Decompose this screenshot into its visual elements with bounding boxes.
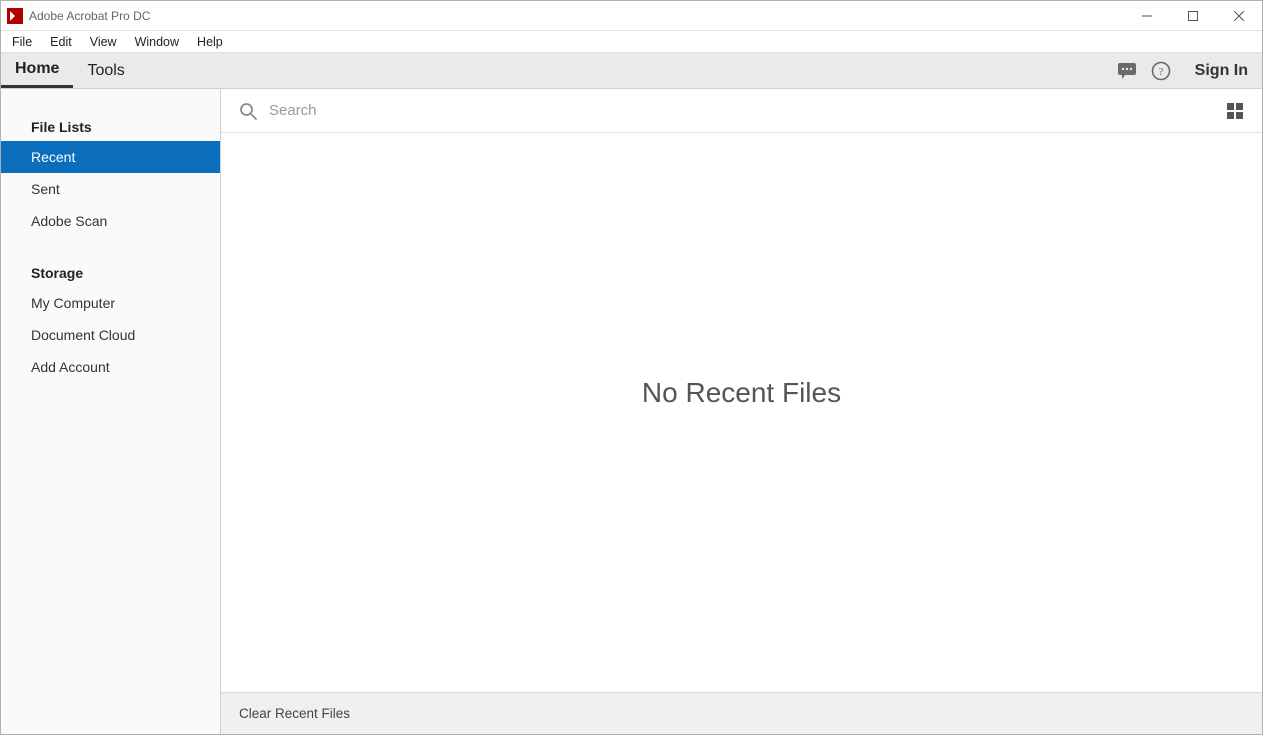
grid-icon [1226,102,1244,120]
tab-home-label: Home [15,60,59,78]
search-icon [239,102,257,120]
help-icon: ? [1151,61,1171,81]
content-area: No Recent Files [221,133,1262,692]
window-title: Adobe Acrobat Pro DC [29,9,150,23]
sidebar-item-add-account[interactable]: Add Account [1,351,220,383]
footer: Clear Recent Files [221,692,1262,734]
main-panel: No Recent Files Clear Recent Files [221,89,1262,734]
sidebar-section-storage: Storage [1,255,220,287]
menubar: File Edit View Window Help [1,31,1262,53]
minimize-button[interactable] [1124,1,1170,30]
minimize-icon [1142,11,1152,21]
maximize-icon [1188,11,1198,21]
tab-home[interactable]: Home [1,53,73,88]
clear-recent-files-link[interactable]: Clear Recent Files [239,706,350,721]
app-window: Adobe Acrobat Pro DC File Edit View Wind… [0,0,1263,735]
speech-bubble-icon [1117,62,1137,80]
sidebar-item-sent[interactable]: Sent [1,173,220,205]
search-input[interactable] [269,102,1214,119]
window-controls [1124,1,1262,30]
sidebar-item-my-computer[interactable]: My Computer [1,287,220,319]
close-button[interactable] [1216,1,1262,30]
svg-text:?: ? [1158,66,1163,78]
tab-tools-label: Tools [87,62,124,80]
menu-view[interactable]: View [81,33,126,51]
help-button[interactable]: ? [1149,59,1173,83]
sidebar-section-file-lists: File Lists [1,109,220,141]
tabbar: Home Tools ? Sign In [1,53,1262,89]
searchbar [221,89,1262,133]
sidebar-item-document-cloud[interactable]: Document Cloud [1,319,220,351]
empty-state-message: No Recent Files [642,377,841,409]
menu-window[interactable]: Window [126,33,188,51]
signin-link[interactable]: Sign In [1183,62,1248,80]
sidebar-item-recent[interactable]: Recent [1,141,220,173]
titlebar: Adobe Acrobat Pro DC [1,1,1262,31]
acrobat-app-icon [7,8,23,24]
sidebar: File Lists Recent Sent Adobe Scan Storag… [1,89,221,734]
grid-view-toggle[interactable] [1226,102,1244,120]
menu-file[interactable]: File [3,33,41,51]
tab-tools[interactable]: Tools [73,53,138,88]
menu-edit[interactable]: Edit [41,33,81,51]
sidebar-item-adobe-scan[interactable]: Adobe Scan [1,205,220,237]
notifications-button[interactable] [1115,59,1139,83]
menu-help[interactable]: Help [188,33,232,51]
close-icon [1234,11,1244,21]
body: File Lists Recent Sent Adobe Scan Storag… [1,89,1262,734]
maximize-button[interactable] [1170,1,1216,30]
